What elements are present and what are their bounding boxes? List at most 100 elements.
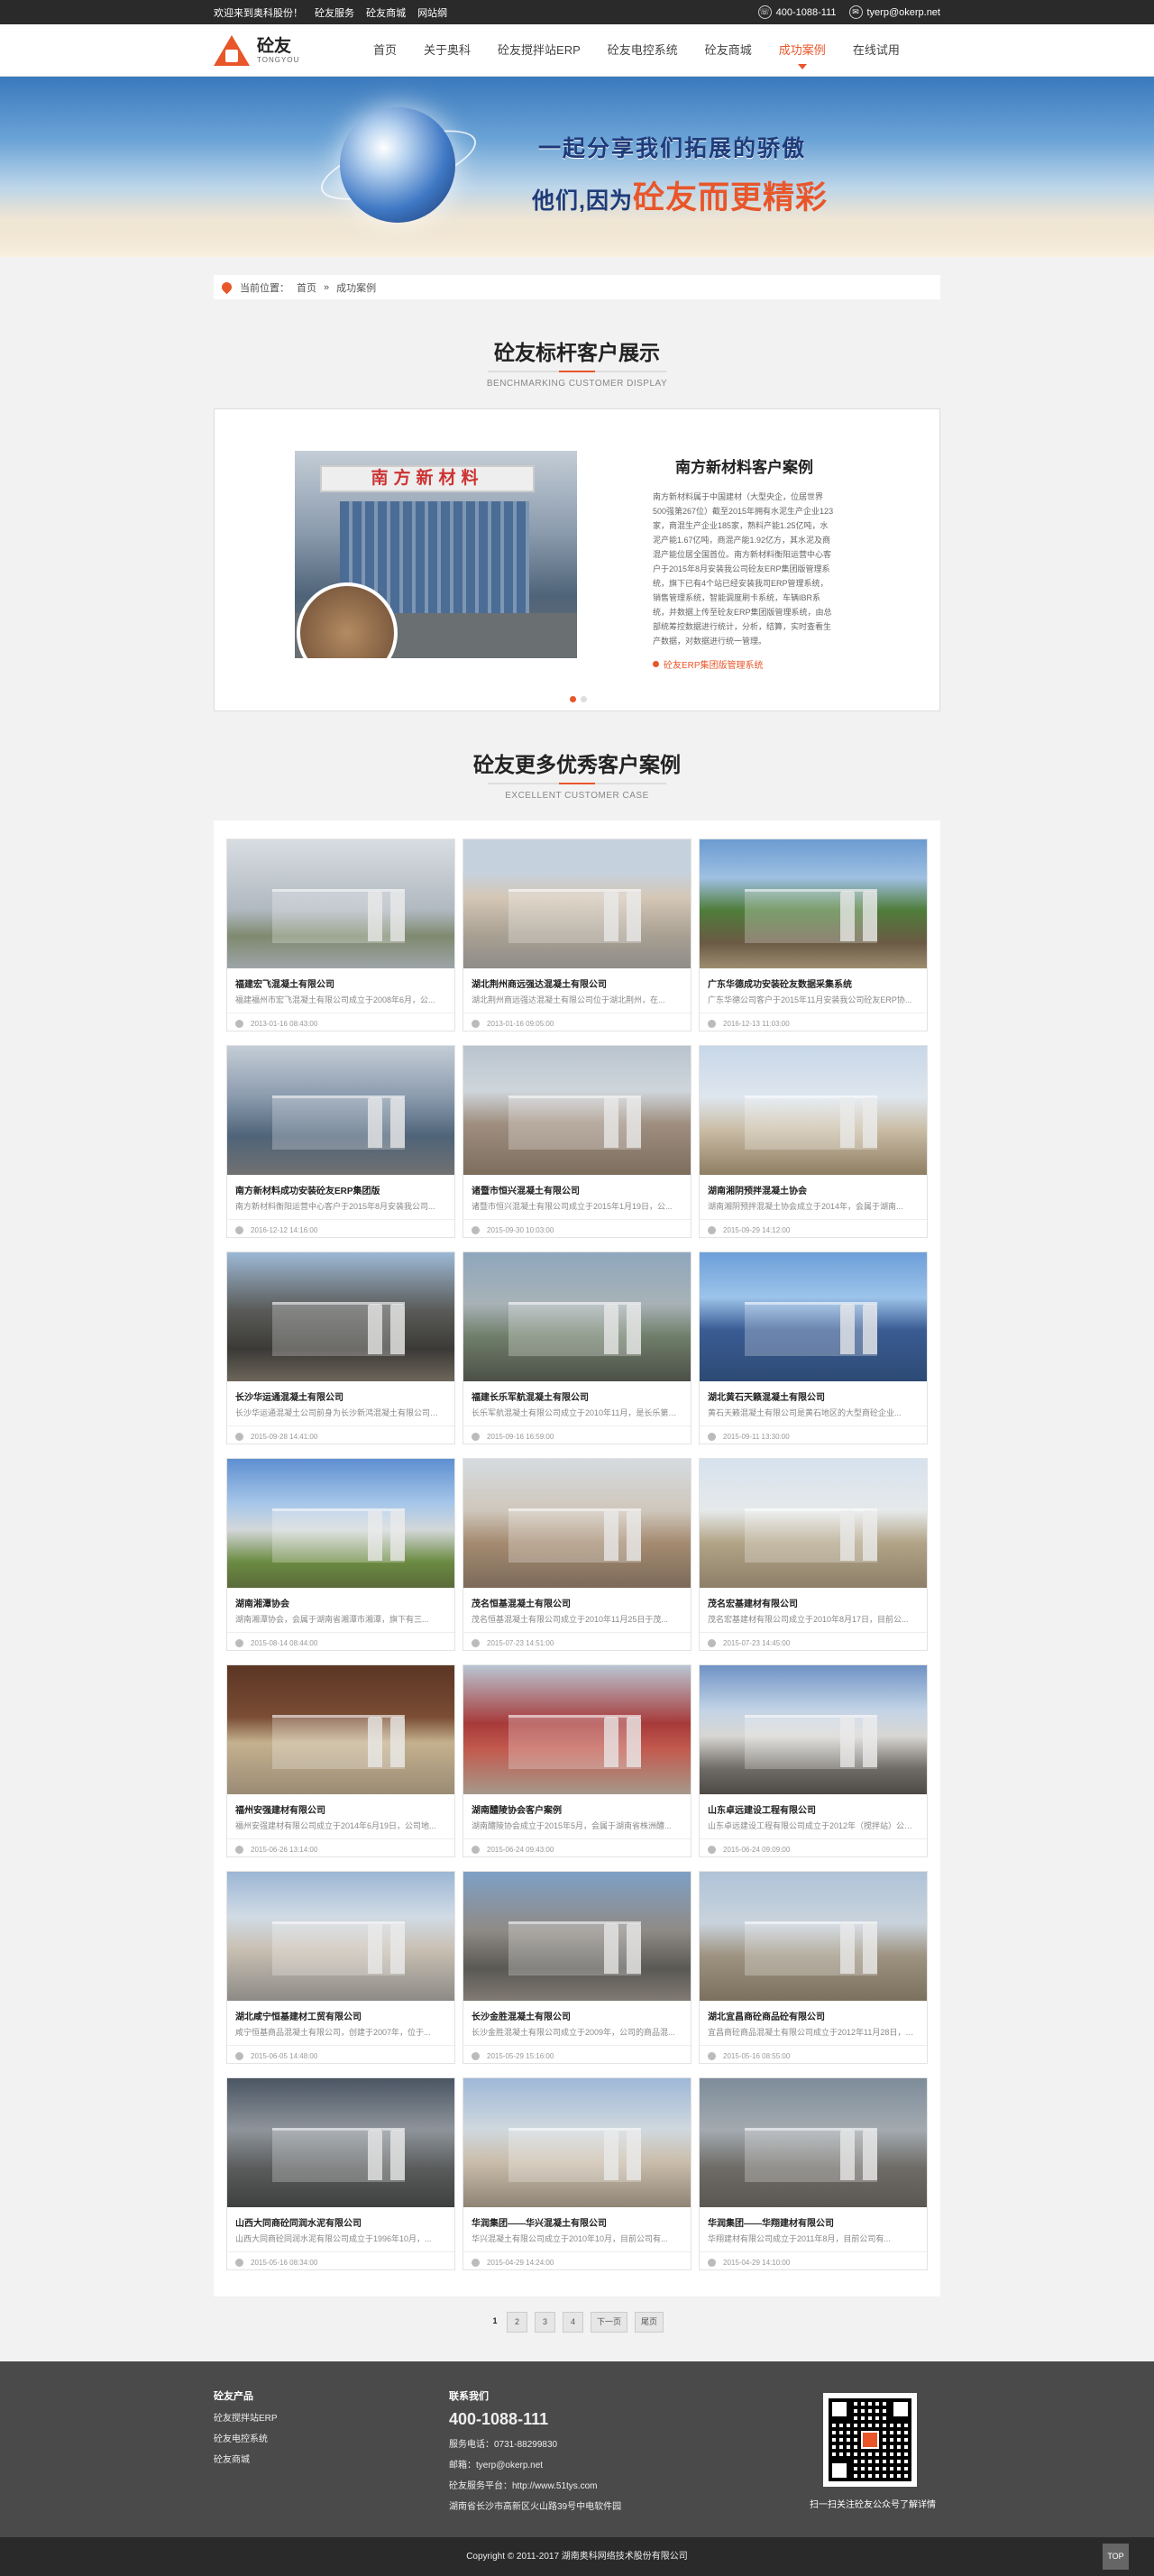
- case-photo[interactable]: [227, 1046, 454, 1175]
- case-title[interactable]: 湖南湘潭协会: [227, 1588, 454, 1609]
- top-link-mall[interactable]: 砼友商城: [366, 8, 406, 19]
- case-card[interactable]: 诸暨市恒兴混凝土有限公司 诸暨市恒兴混凝土有限公司成立于2015年1月19日，公.…: [463, 1045, 691, 1238]
- hero-banner: 一起分享我们拓展的骄傲 他们,因为砼友而更精彩: [0, 77, 1154, 257]
- case-card[interactable]: 福州安强建材有限公司 福州安强建材有限公司成立于2014年6月19日，公司地...…: [226, 1664, 455, 1857]
- top-link-sitemap[interactable]: 网站纲: [417, 8, 447, 19]
- case-photo[interactable]: [227, 1872, 454, 2001]
- featured-case-title[interactable]: 南方新材料客户案例: [653, 454, 836, 477]
- case-title[interactable]: 福建长乐军航混凝土有限公司: [463, 1381, 691, 1403]
- case-title[interactable]: 湖北黄石天籁混凝土有限公司: [700, 1381, 927, 1403]
- case-photo[interactable]: [227, 1665, 454, 1794]
- case-card[interactable]: 湖南湘阴预拌混凝土协会 湖南湘阴预拌混凝土协会成立于2014年，会属于湖南... 2…: [699, 1045, 928, 1238]
- featured-case-image[interactable]: 南方新材料: [295, 451, 577, 658]
- case-photo[interactable]: [463, 1665, 691, 1794]
- case-photo[interactable]: [700, 1872, 927, 2001]
- case-photo[interactable]: [227, 2078, 454, 2207]
- case-photo[interactable]: [463, 839, 691, 968]
- page-link[interactable]: 4: [562, 2312, 583, 2333]
- page-link[interactable]: 2: [506, 2312, 527, 2333]
- case-card[interactable]: 山西大同商砼同润水泥有限公司 山西大同商砼同润水泥有限公司成立于1996年10月，…: [226, 2077, 455, 2270]
- nav-trial[interactable]: 在线试用: [839, 24, 913, 77]
- case-title[interactable]: 华润集团——华翔建材有限公司: [700, 2207, 927, 2229]
- case-card[interactable]: 华润集团——华兴混凝土有限公司 华兴混凝土有限公司成立于2010年10月，目前公司…: [463, 2077, 691, 2270]
- case-photo[interactable]: [463, 1459, 691, 1588]
- nav-about[interactable]: 关于奥科: [410, 24, 484, 77]
- nav-home[interactable]: 首页: [360, 24, 410, 77]
- logo[interactable]: 砼友 TONGYOU: [214, 35, 349, 66]
- case-title[interactable]: 湖北荆州商远强达混凝土有限公司: [463, 968, 691, 990]
- case-title[interactable]: 福建宏飞混凝土有限公司: [227, 968, 454, 990]
- case-card[interactable]: 广东华德成功安装砼友数据采集系统 广东华德公司客户于2015年11月安装我公司砼友…: [699, 839, 928, 1031]
- case-card[interactable]: 湖北荆州商远强达混凝土有限公司 湖北荆州商远强达混凝土有限公司位于湖北荆州，在..…: [463, 839, 691, 1031]
- case-title[interactable]: 湖南醴陵协会客户案例: [463, 1794, 691, 1816]
- case-photo[interactable]: [463, 1872, 691, 2001]
- case-title[interactable]: 福州安强建材有限公司: [227, 1794, 454, 1816]
- case-card[interactable]: 山东卓远建设工程有限公司 山东卓远建设工程有限公司成立于2012年（搅拌站）公司成…: [699, 1664, 928, 1857]
- last-page-button[interactable]: 尾页: [635, 2312, 664, 2333]
- case-photo[interactable]: [463, 2078, 691, 2207]
- case-card[interactable]: 福建长乐军航混凝土有限公司 长乐军航混凝土有限公司成立于2010年11月，是长乐第…: [463, 1251, 691, 1444]
- page-link[interactable]: 3: [534, 2312, 555, 2333]
- case-title[interactable]: 华润集团——华兴混凝土有限公司: [463, 2207, 691, 2229]
- breadcrumb-label: 当前位置：: [240, 282, 289, 294]
- case-photo[interactable]: [700, 2078, 927, 2207]
- case-card[interactable]: 湖北黄石天籁混凝土有限公司 黄石天籁混凝土有限公司是黄石地区的大型商砼企业... 2…: [699, 1251, 928, 1444]
- nav-cases[interactable]: 成功案例: [765, 24, 839, 77]
- case-title[interactable]: 茂名宏基建材有限公司: [700, 1588, 927, 1609]
- case-card[interactable]: 长沙金胜混凝土有限公司 长沙金胜混凝土有限公司成立于2009年，公司的商品混...…: [463, 1871, 691, 2064]
- next-page-button[interactable]: 下一页: [590, 2312, 627, 2333]
- case-title[interactable]: 山东卓远建设工程有限公司: [700, 1794, 927, 1816]
- featured-case-link[interactable]: 砼友ERP集团版管理系统: [653, 657, 836, 671]
- case-card[interactable]: 湖南湘潭协会 湖南湘潭协会，会属于湖南省湘潭市湘潭，旗下有三... 2015-08-…: [226, 1458, 455, 1651]
- footer-platform[interactable]: 砼友服务平台：http://www.51tys.com: [449, 2478, 621, 2491]
- case-title[interactable]: 长沙金胜混凝土有限公司: [463, 2001, 691, 2022]
- top-email[interactable]: tyerp@okerp.net: [867, 7, 941, 18]
- case-photo[interactable]: [700, 1252, 927, 1381]
- case-card[interactable]: 华润集团——华翔建材有限公司 华翔建材有限公司成立于2011年8月，目前公司有..…: [699, 2077, 928, 2270]
- footer-link-control[interactable]: 砼友电控系统: [214, 2431, 278, 2444]
- case-card[interactable]: 福建宏飞混凝土有限公司 福建福州市宏飞混凝土有限公司成立于2008年6月，公...…: [226, 839, 455, 1031]
- footer-link-erp[interactable]: 砼友搅拌站ERP: [214, 2410, 278, 2424]
- case-title[interactable]: 山西大同商砼同润水泥有限公司: [227, 2207, 454, 2229]
- footer-address: 湖南省长沙市高新区火山路39号中电软件园: [449, 2502, 622, 2512]
- case-photo[interactable]: [463, 1046, 691, 1175]
- case-photo[interactable]: [227, 1459, 454, 1588]
- case-title[interactable]: 诸暨市恒兴混凝土有限公司: [463, 1175, 691, 1196]
- nav-mall[interactable]: 砼友商城: [691, 24, 765, 77]
- footer-email[interactable]: 邮箱：tyerp@okerp.net: [449, 2457, 621, 2471]
- case-date: 2015-09-11 13:30:00: [723, 1433, 790, 1441]
- case-title[interactable]: 广东华德成功安装砼友数据采集系统: [700, 968, 927, 990]
- slider-dot[interactable]: [581, 696, 587, 702]
- case-title[interactable]: 湖北咸宁恒基建材工贸有限公司: [227, 2001, 454, 2022]
- case-photo[interactable]: [463, 1252, 691, 1381]
- case-photo[interactable]: [227, 1252, 454, 1381]
- nav-control[interactable]: 砼友电控系统: [594, 24, 691, 77]
- case-card[interactable]: 湖南醴陵协会客户案例 湖南醴陵协会成立于2015年5月，会属于湖南省株洲醴... 2…: [463, 1664, 691, 1857]
- case-date: 2013-01-16 08:43:00: [251, 1020, 318, 1028]
- case-title[interactable]: 湖南湘阴预拌混凝土协会: [700, 1175, 927, 1196]
- case-title[interactable]: 长沙华运通混凝土有限公司: [227, 1381, 454, 1403]
- footer-link-mall[interactable]: 砼友商城: [214, 2452, 278, 2465]
- slider-dot[interactable]: [570, 696, 576, 702]
- case-card[interactable]: 茂名恒基混凝土有限公司 茂名恒基混凝土有限公司成立于2010年11月25日于茂..…: [463, 1458, 691, 1651]
- case-title[interactable]: 湖北宜昌商砼商品砼有限公司: [700, 2001, 927, 2022]
- case-photo[interactable]: [700, 1665, 927, 1794]
- breadcrumb-home[interactable]: 首页: [297, 280, 316, 295]
- case-photo[interactable]: [700, 1046, 927, 1175]
- case-card[interactable]: 茂名宏基建材有限公司 茂名宏基建材有限公司成立于2010年8月17日，目前公...…: [699, 1458, 928, 1651]
- footer-products-title: 砼友产品: [214, 2391, 253, 2402]
- case-photo[interactable]: [700, 1459, 927, 1588]
- case-photo[interactable]: [700, 839, 927, 968]
- back-to-top-button[interactable]: TOP: [1103, 2544, 1129, 2570]
- case-title[interactable]: 茂名恒基混凝土有限公司: [463, 1588, 691, 1609]
- nav-erp[interactable]: 砼友搅拌站ERP: [484, 24, 594, 77]
- case-card[interactable]: 南方新材料成功安装砼友ERP集团版 南方新材料衡阳运营中心客户于2015年8月安装…: [226, 1045, 455, 1238]
- case-date: 2015-09-16 16:59:00: [487, 1433, 554, 1441]
- case-photo[interactable]: [227, 839, 454, 968]
- clock-icon: [472, 1433, 480, 1441]
- case-title[interactable]: 南方新材料成功安装砼友ERP集团版: [227, 1175, 454, 1196]
- top-link-service[interactable]: 砼友服务: [315, 8, 354, 19]
- case-card[interactable]: 长沙华运通混凝土有限公司 长沙华运通混凝土公司前身为长沙新鸿混凝土有限公司成立于.…: [226, 1251, 455, 1444]
- case-card[interactable]: 湖北咸宁恒基建材工贸有限公司 咸宁恒基商品混凝土有限公司，创建于2007年，位于.…: [226, 1871, 455, 2064]
- case-card[interactable]: 湖北宜昌商砼商品砼有限公司 宜昌商砼商品混凝土有限公司成立于2012年11月28日…: [699, 1871, 928, 2064]
